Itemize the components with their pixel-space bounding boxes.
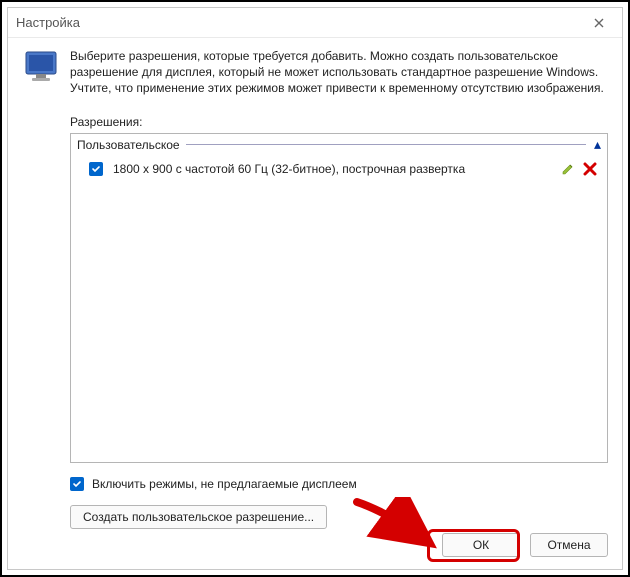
- enable-unsupported-option[interactable]: Включить режимы, не предлагаемые дисплее…: [70, 477, 608, 491]
- dialog-title: Настройка: [16, 15, 80, 30]
- group-header-custom[interactable]: Пользовательское ▴: [71, 134, 607, 156]
- delete-icon[interactable]: [579, 158, 601, 180]
- group-line: [186, 144, 586, 145]
- checkbox-icon[interactable]: [89, 162, 103, 176]
- chevron-up-icon: ▴: [594, 136, 601, 153]
- close-icon[interactable]: [584, 13, 614, 33]
- cancel-button[interactable]: Отмена: [530, 533, 608, 557]
- enable-unsupported-label: Включить режимы, не предлагаемые дисплее…: [92, 477, 357, 491]
- description-text: Выберите разрешения, которые требуется д…: [70, 48, 608, 97]
- resolutions-list: Пользовательское ▴ 1800 x 900 с частотой…: [70, 133, 608, 463]
- monitor-icon: [24, 50, 62, 89]
- resolution-item[interactable]: 1800 x 900 с частотой 60 Гц (32-битное),…: [71, 156, 607, 182]
- resolution-label: 1800 x 900 с частотой 60 Гц (32-битное),…: [113, 162, 557, 176]
- resolutions-label: Разрешения:: [70, 115, 608, 129]
- pencil-icon[interactable]: [557, 158, 579, 180]
- titlebar: Настройка: [8, 8, 622, 38]
- create-resolution-button[interactable]: Создать пользовательское разрешение...: [70, 505, 327, 529]
- checkbox-icon[interactable]: [70, 477, 84, 491]
- group-title: Пользовательское: [77, 138, 180, 152]
- ok-button[interactable]: ОК: [442, 533, 520, 557]
- dialog-window: Настройка Выберите разрешения, которые т…: [7, 7, 623, 570]
